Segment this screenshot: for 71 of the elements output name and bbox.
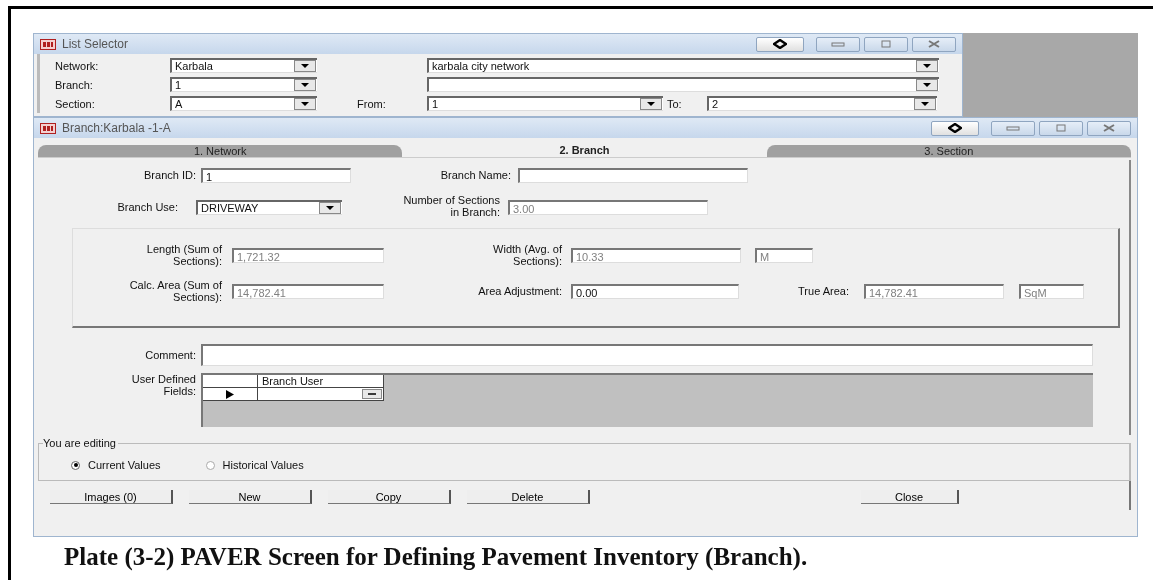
maximize-icon [879,40,893,48]
action-button[interactable]: Copy [328,490,451,504]
diamond-button[interactable] [756,36,804,52]
caret-icon [921,102,929,106]
field-label: Comment: [144,349,196,361]
dropdown[interactable]: A [170,96,317,111]
field-label: Width (Avg. of Sections): [492,243,562,267]
close-button[interactable] [1087,120,1131,136]
dropdown[interactable]: 1 [427,96,663,111]
dropdown[interactable]: Karbala [170,58,317,73]
field-label: To: [666,97,683,110]
maximize-icon [1054,124,1068,132]
diamond-button[interactable] [931,120,979,136]
diamond-icon [948,123,962,133]
field-label: Branch Name: [439,169,511,181]
action-button[interactable]: Images (0) [50,490,173,504]
dropdown[interactable]: karbala city network [427,58,939,73]
dash-icon [368,392,376,396]
input-field[interactable]: 0.00 [571,283,739,299]
minimize-icon [831,40,845,48]
dropdown[interactable]: DRIVEWAY [196,199,342,215]
window-title: List Selector [62,37,129,51]
radio-icon[interactable] [205,460,215,470]
diamond-icon [773,39,787,49]
caret-icon [301,64,309,68]
dropdown[interactable]: 2 [707,96,937,111]
close-icon [1102,124,1116,132]
field-label: Branch ID: [143,169,196,181]
field-label: True Area: [797,285,849,297]
input-field[interactable] [518,167,748,183]
action-button[interactable]: New [189,490,312,504]
close-button[interactable] [912,36,956,52]
column-header: Branch User [258,375,384,388]
field-label: Number of Sections in Branch: [402,194,500,218]
action-button[interactable]: Close [861,490,959,504]
dropdown[interactable] [427,77,939,92]
tab[interactable]: 3. Section [766,145,1131,157]
app-icon [40,38,56,50]
unit-field: SqM [1019,283,1084,299]
field-label: From: [357,97,387,110]
radio-icon[interactable] [71,460,80,470]
dropdown[interactable] [258,388,384,401]
field-label: Network: [54,59,100,72]
close-icon [927,40,941,48]
field-label: Calc. Area (Sum of Sections): [128,279,222,303]
minimize-icon [1006,124,1020,132]
field-label: Length (Sum of Sections): [145,243,222,267]
field-label: Area Adjustment: [477,285,562,297]
input-field[interactable]: 1 [201,167,351,183]
caret-icon [326,205,334,210]
window-title: Branch:Karbala -1-A [62,121,171,135]
field-label: Branch Use: [116,201,178,213]
caret-icon [923,64,931,68]
caret-icon [923,83,931,87]
field-label: User Defined Fields: [130,373,196,397]
caret-icon [301,102,309,106]
comment-field[interactable] [201,344,1093,366]
radio-option[interactable]: Current Values [71,459,161,471]
row-pointer-icon [226,389,234,399]
tab[interactable]: 1. Network [38,145,403,157]
unit-field: M [755,247,813,263]
group-legend: You are editing [43,437,118,449]
action-button[interactable]: Delete [467,490,590,504]
radio-option[interactable]: Historical Values [205,459,304,471]
app-icon [40,122,56,134]
field-label: Section: [54,97,96,110]
field-label: Branch: [54,78,94,91]
dropdown[interactable]: 1 [170,77,317,92]
caret-icon [301,83,309,87]
caret-icon [647,102,655,106]
figure-caption: Plate (3-2) PAVER Screen for Defining Pavement Inventory (Branch). [64,543,809,571]
